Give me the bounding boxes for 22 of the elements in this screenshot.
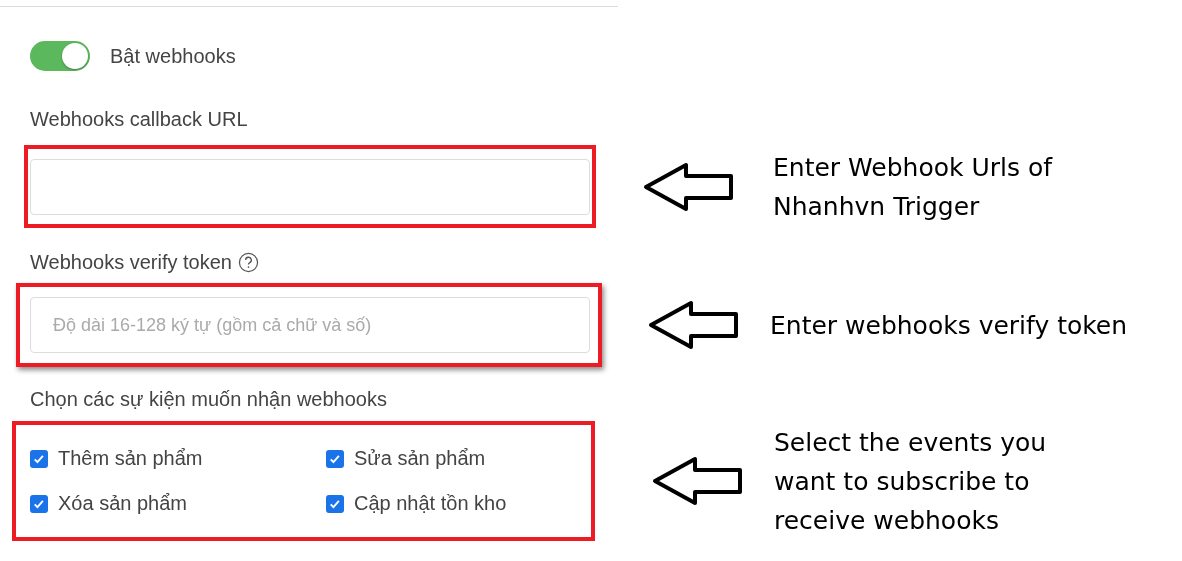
left-arrow-icon xyxy=(643,161,735,212)
left-arrow-icon xyxy=(652,456,744,506)
checkbox[interactable] xyxy=(30,449,48,468)
field-label: Chọn các sự kiện muốn nhận webhooks xyxy=(30,387,387,411)
checkbox[interactable] xyxy=(30,494,48,513)
annotation-text: Enter Webhook Urls of Nhanhvn Trigger xyxy=(773,151,1052,223)
checkbox-label: Thêm sản phẩm xyxy=(58,447,203,470)
annotation-text: Select the events you want to subscribe to receive webhooks xyxy=(774,426,1047,537)
verify-token-field[interactable]: Độ dài 16-128 ký tự (gồm cả chữ và số) xyxy=(30,297,590,353)
help-icon[interactable] xyxy=(237,251,259,273)
checkbox-label: Xóa sản phẩm xyxy=(58,492,187,515)
checkbox-label: Sửa sản phẩm xyxy=(354,447,486,470)
annotation-text: Enter webhooks verify token xyxy=(770,309,1128,342)
field-label: Webhooks callback URL xyxy=(30,107,248,131)
checkbox[interactable] xyxy=(326,449,344,468)
field-label: Webhooks verify token xyxy=(30,250,232,274)
callback-url-field[interactable] xyxy=(30,158,590,215)
checkbox[interactable] xyxy=(326,494,344,513)
switch-label: Bật webhooks xyxy=(110,44,236,68)
left-arrow-icon xyxy=(648,300,740,350)
webhooks-switch[interactable] xyxy=(30,41,90,71)
checkbox-label: Cập nhật tồn kho xyxy=(354,492,507,515)
